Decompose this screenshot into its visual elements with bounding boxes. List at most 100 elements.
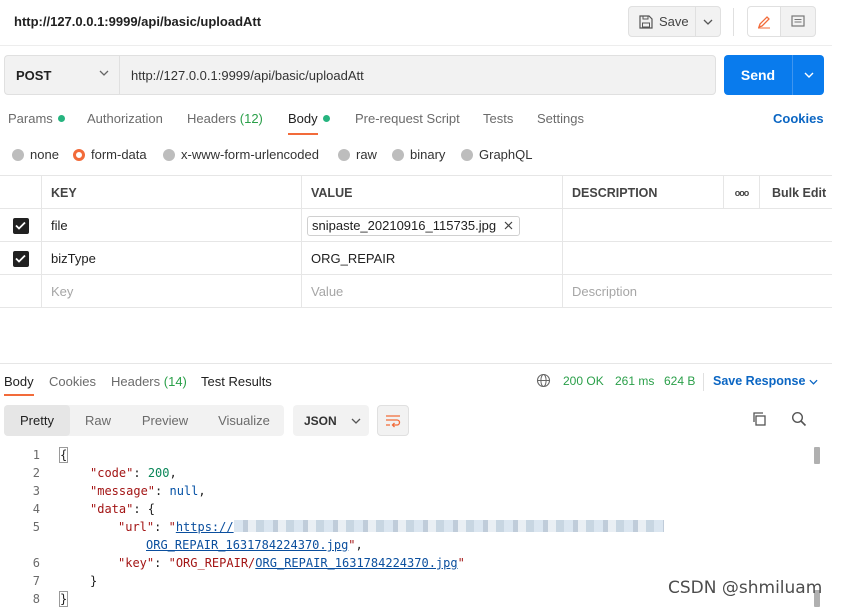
column-header-description: DESCRIPTION — [562, 176, 723, 209]
edit-mode-button[interactable] — [747, 6, 781, 37]
status-code[interactable]: 200 OK — [563, 374, 604, 388]
response-tab-test-results[interactable]: Test Results — [201, 374, 272, 389]
radio-none[interactable]: none — [12, 147, 59, 162]
scrollbar-thumb[interactable] — [814, 447, 820, 464]
view-preview-button[interactable]: Preview — [130, 405, 200, 436]
method-select[interactable]: POST — [4, 55, 119, 95]
more-options-button[interactable]: ooo — [723, 176, 759, 209]
tab-body[interactable]: Body — [288, 111, 330, 126]
response-time[interactable]: 261 ms — [615, 374, 654, 388]
body-indicator-dot — [322, 115, 330, 122]
save-options-dropdown[interactable] — [696, 6, 721, 37]
chevron-down-icon — [703, 19, 713, 25]
documentation-button[interactable] — [781, 6, 816, 37]
code-line: 6 "key": "ORG_REPAIR/ORG_REPAIR_163178422… — [0, 556, 820, 574]
cookies-link[interactable]: Cookies — [773, 111, 824, 126]
value-cell[interactable]: ORG_REPAIR — [301, 242, 562, 275]
url-input[interactable]: http://127.0.0.1:9999/api/basic/uploadAt… — [119, 55, 716, 95]
radio-binary[interactable]: binary — [392, 147, 445, 162]
tab-settings[interactable]: Settings — [537, 111, 584, 126]
brace: { — [58, 447, 69, 463]
value-input[interactable]: Value — [301, 275, 562, 308]
save-button[interactable]: Save — [628, 6, 696, 37]
table-header-row: KEY VALUE DESCRIPTION ooo Bulk Edit — [0, 176, 832, 209]
radio-circle — [461, 148, 473, 161]
wrap-lines-icon — [386, 414, 401, 427]
key-input[interactable]: Key — [41, 275, 301, 308]
url-link[interactable]: ORG_REPAIR_1631784224370.jpg — [146, 538, 348, 552]
header-checkbox-column — [0, 176, 41, 209]
send-button[interactable]: Send — [724, 55, 792, 95]
line-number: 5 — [32, 520, 40, 534]
tab-headers[interactable]: Headers (12) — [187, 111, 263, 126]
check-icon — [15, 221, 26, 230]
code-text: "code": 200, — [90, 466, 177, 480]
globe-icon[interactable] — [536, 373, 551, 388]
tab-params[interactable]: Params — [8, 111, 65, 126]
key-cell[interactable]: bizType — [41, 242, 301, 275]
copy-icon[interactable] — [751, 411, 767, 427]
tab-pre-request-script[interactable]: Pre-request Script — [355, 111, 460, 126]
radio-binary-label: binary — [410, 147, 446, 162]
file-name: snipaste_20210916_115735.jpg — [312, 218, 497, 233]
row-checkbox-cell — [0, 275, 41, 308]
format-select[interactable]: JSON — [293, 405, 369, 436]
tab-authorization[interactable]: Authorization — [87, 111, 163, 126]
request-header-bar: http://127.0.0.1:9999/api/basic/uploadAt… — [0, 0, 832, 46]
column-header-value: VALUE — [301, 176, 562, 209]
request-title[interactable]: http://127.0.0.1:9999/api/basic/uploadAt… — [14, 14, 261, 29]
view-raw-button[interactable]: Raw — [74, 405, 122, 436]
key-cell[interactable]: file — [41, 209, 301, 242]
radio-form-data[interactable]: form-data — [73, 147, 147, 162]
response-size[interactable]: 624 B — [664, 374, 695, 388]
view-visualize-button[interactable]: Visualize — [208, 405, 280, 436]
radio-circle — [392, 148, 404, 161]
save-label: Save — [659, 14, 689, 29]
json-key: "code" — [90, 466, 134, 480]
value-cell[interactable]: snipaste_20210916_115735.jpg — [301, 209, 562, 242]
tab-tests[interactable]: Tests — [483, 111, 513, 126]
code-line: 2 "code": 200, — [0, 466, 820, 484]
checkbox[interactable] — [12, 217, 29, 234]
watermark: CSDN @shmiluam — [668, 578, 823, 598]
radio-circle — [338, 148, 350, 161]
tab-params-label: Params — [8, 111, 53, 126]
active-tab-indicator — [4, 394, 34, 396]
line-number: 3 — [32, 484, 40, 498]
search-icon[interactable] — [791, 411, 807, 427]
format-label: JSON — [304, 413, 337, 428]
line-number: 8 — [32, 592, 40, 606]
checkbox[interactable] — [12, 250, 29, 267]
close-icon[interactable] — [504, 221, 513, 230]
response-tab-headers[interactable]: Headers (14) — [111, 374, 187, 389]
save-response-button[interactable]: Save Response — [713, 374, 818, 388]
chevron-down-icon — [351, 418, 361, 424]
radio-raw[interactable]: raw — [338, 147, 377, 162]
view-pretty-button[interactable]: Pretty — [4, 405, 70, 436]
description-input[interactable]: Description — [562, 275, 832, 308]
description-cell[interactable] — [562, 209, 832, 242]
response-tab-body[interactable]: Body — [4, 374, 34, 389]
radio-none-label: none — [30, 147, 59, 162]
radio-graphql[interactable]: GraphQL — [461, 147, 532, 162]
row-checkbox-cell — [0, 209, 41, 242]
wrap-lines-button[interactable] — [377, 405, 409, 436]
bulk-edit-button[interactable]: Bulk Edit — [759, 176, 832, 209]
send-options-dropdown[interactable] — [792, 55, 824, 95]
save-response-label: Save Response — [713, 374, 806, 388]
response-tab-headers-label: Headers — [111, 374, 161, 389]
radio-circle — [163, 148, 175, 161]
response-tab-cookies[interactable]: Cookies — [49, 374, 96, 389]
code-text: "message": null, — [90, 484, 206, 498]
key-link[interactable]: ORG_REPAIR_1631784224370.jpg — [255, 556, 457, 570]
description-cell[interactable] — [562, 242, 832, 275]
chevron-down-icon — [804, 72, 813, 78]
method-label: POST — [16, 67, 52, 83]
radio-circle — [12, 148, 24, 161]
body-type-selector: none form-data x-www-form-urlencoded raw… — [0, 145, 832, 165]
radio-urlencoded[interactable]: x-www-form-urlencoded — [163, 147, 319, 162]
url-link[interactable]: https:// — [176, 520, 234, 534]
chevron-down-icon — [99, 70, 109, 76]
json-null: null — [169, 484, 199, 498]
line-number: 6 — [32, 556, 40, 570]
